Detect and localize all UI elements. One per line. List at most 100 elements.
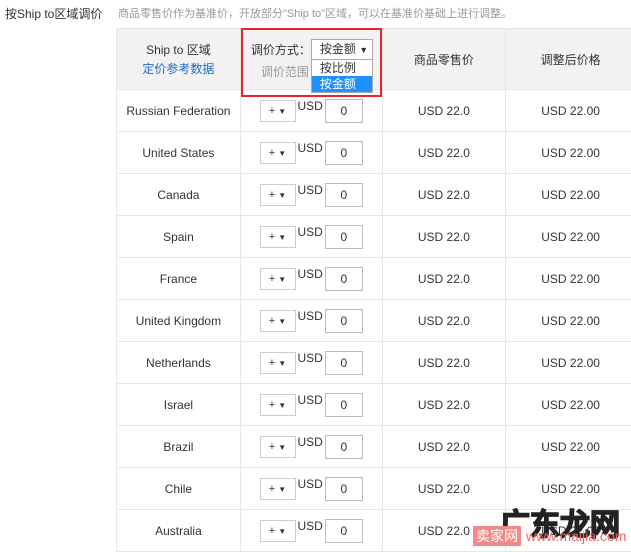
chevron-down-icon: ▼ xyxy=(278,317,286,326)
adjusted-price: USD 22.00 xyxy=(506,174,631,216)
operator-select[interactable]: + ▼ xyxy=(260,268,296,290)
region-name: Australia xyxy=(117,510,241,552)
amount-input[interactable]: 0 xyxy=(325,141,363,165)
amount-input[interactable]: 0 xyxy=(325,225,363,249)
retail-price: USD 22.0 xyxy=(382,342,506,384)
retail-price: USD 22.0 xyxy=(382,174,506,216)
reference-data-link[interactable]: 定价参考数据 xyxy=(117,60,240,77)
retail-price: USD 22.0 xyxy=(382,216,506,258)
region-name: Canada xyxy=(117,174,241,216)
operator-value: + xyxy=(269,525,275,537)
operator-select[interactable]: + ▼ xyxy=(260,436,296,458)
table-row: France + ▼USD0 USD 22.0 USD 22.00 xyxy=(117,258,631,300)
operator-select[interactable]: + ▼ xyxy=(260,226,296,248)
retail-price: USD 22.0 xyxy=(382,300,506,342)
table-row: Spain + ▼USD0 USD 22.0 USD 22.00 xyxy=(117,216,631,258)
currency-label: USD xyxy=(298,267,323,281)
operator-value: + xyxy=(269,273,275,285)
chevron-down-icon: ▼ xyxy=(278,107,286,116)
chevron-down-icon: ▼ xyxy=(278,401,286,410)
retail-price: USD 22.0 xyxy=(382,384,506,426)
currency-label: USD xyxy=(298,183,323,197)
amount-input[interactable]: 0 xyxy=(325,183,363,207)
amount-input[interactable]: 0 xyxy=(325,309,363,333)
retail-price: USD 22.0 xyxy=(382,90,506,132)
amount-input[interactable]: 0 xyxy=(325,267,363,291)
chevron-down-icon: ▼ xyxy=(278,275,286,284)
adjust-cell: + ▼USD0 xyxy=(240,174,382,216)
adjust-cell: + ▼USD0 xyxy=(240,384,382,426)
watermark-url: www.maijia.com xyxy=(526,528,626,544)
header-retail: 商品零售价 xyxy=(382,29,506,90)
operator-select[interactable]: + ▼ xyxy=(260,142,296,164)
chevron-down-icon: ▼ xyxy=(278,443,286,452)
operator-value: + xyxy=(269,315,275,327)
region-name: Netherlands xyxy=(117,342,241,384)
region-name: Russian Federation xyxy=(117,90,241,132)
amount-input[interactable]: 0 xyxy=(325,351,363,375)
region-name: Chile xyxy=(117,468,241,510)
amount-input[interactable]: 0 xyxy=(325,477,363,501)
watermark-site: 卖家网 xyxy=(473,526,521,546)
region-name: Brazil xyxy=(117,426,241,468)
adjust-cell: + ▼USD0 xyxy=(240,216,382,258)
adjusted-price: USD 22.00 xyxy=(506,258,631,300)
currency-label: USD xyxy=(298,99,323,113)
adjust-cell: + ▼USD0 xyxy=(240,468,382,510)
operator-select[interactable]: + ▼ xyxy=(260,352,296,374)
table-row: Canada + ▼USD0 USD 22.0 USD 22.00 xyxy=(117,174,631,216)
adjust-cell: + ▼USD0 xyxy=(240,258,382,300)
retail-price: USD 22.0 xyxy=(382,468,506,510)
amount-input[interactable]: 0 xyxy=(325,393,363,417)
adjust-cell: + ▼USD0 xyxy=(240,300,382,342)
operator-value: + xyxy=(269,231,275,243)
currency-label: USD xyxy=(298,141,323,155)
table-row: United States + ▼USD0 USD 22.0 USD 22.00 xyxy=(117,132,631,174)
amount-input[interactable]: 0 xyxy=(325,99,363,123)
region-name: Israel xyxy=(117,384,241,426)
chevron-down-icon: ▼ xyxy=(278,485,286,494)
currency-label: USD xyxy=(298,477,323,491)
adjusted-price: USD 22.00 xyxy=(506,342,631,384)
adjust-cell: + ▼USD0 xyxy=(240,342,382,384)
operator-value: + xyxy=(269,441,275,453)
retail-price: USD 22.0 xyxy=(382,132,506,174)
region-name: France xyxy=(117,258,241,300)
chevron-down-icon: ▼ xyxy=(278,149,286,158)
header-region-label: Ship to 区域 xyxy=(146,43,211,57)
section-label: 按Ship to区域调价 xyxy=(5,5,102,22)
operator-value: + xyxy=(269,483,275,495)
adjusted-price: USD 22.00 xyxy=(506,132,631,174)
operator-select[interactable]: + ▼ xyxy=(260,520,296,542)
operator-select[interactable]: + ▼ xyxy=(260,394,296,416)
amount-input[interactable]: 0 xyxy=(325,519,363,543)
operator-value: + xyxy=(269,105,275,117)
table-row: Brazil + ▼USD0 USD 22.0 USD 22.00 xyxy=(117,426,631,468)
chevron-down-icon: ▼ xyxy=(278,359,286,368)
adjusted-price: USD 22.00 xyxy=(506,216,631,258)
amount-input[interactable]: 0 xyxy=(325,435,363,459)
region-name: Spain xyxy=(117,216,241,258)
operator-value: + xyxy=(269,357,275,369)
table-row: Netherlands + ▼USD0 USD 22.0 USD 22.00 xyxy=(117,342,631,384)
adjust-cell: + ▼USD0 xyxy=(240,510,382,552)
operator-select[interactable]: + ▼ xyxy=(260,478,296,500)
chevron-down-icon: ▼ xyxy=(278,527,286,536)
header-region: Ship to 区域定价参考数据 xyxy=(117,29,241,90)
table-row: United Kingdom + ▼USD0 USD 22.0 USD 22.0… xyxy=(117,300,631,342)
chevron-down-icon: ▼ xyxy=(278,233,286,242)
region-price-table: Ship to 区域定价参考数据 调价方式： 按金额 ▼ 调价范围 按比例 按金… xyxy=(116,28,631,552)
operator-select[interactable]: + ▼ xyxy=(260,184,296,206)
region-name: United States xyxy=(117,132,241,174)
adjust-cell: + ▼USD0 xyxy=(240,132,382,174)
retail-price: USD 22.0 xyxy=(382,426,506,468)
table-row: Israel + ▼USD0 USD 22.0 USD 22.00 xyxy=(117,384,631,426)
operator-select[interactable]: + ▼ xyxy=(260,310,296,332)
retail-price: USD 22.0 xyxy=(382,258,506,300)
adjusted-price: USD 22.00 xyxy=(506,90,631,132)
operator-select[interactable]: + ▼ xyxy=(260,100,296,122)
chevron-down-icon: ▼ xyxy=(278,191,286,200)
section-description: 商品零售价作为基准价，开放部分"Ship to"区域，可以在基准价基础上进行调整… xyxy=(118,5,512,21)
currency-label: USD xyxy=(298,225,323,239)
operator-value: + xyxy=(269,147,275,159)
